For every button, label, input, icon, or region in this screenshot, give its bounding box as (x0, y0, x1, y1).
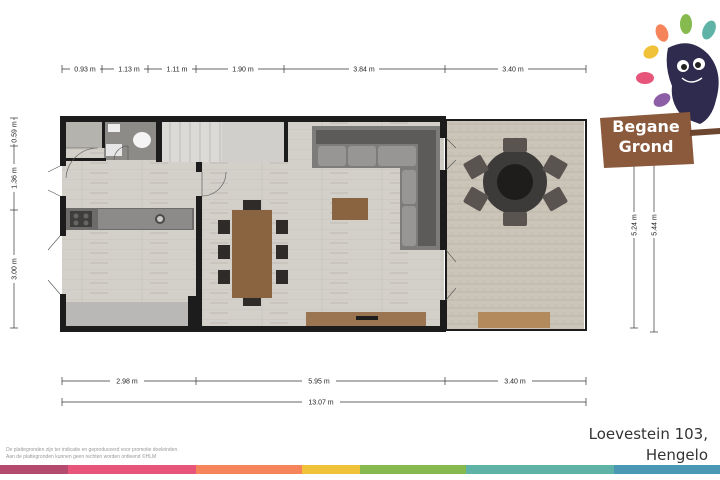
disclaimer-line-1: De plattegronden zijn ter indicatie en g… (6, 447, 179, 453)
kitchen-cabinet (66, 302, 188, 328)
closet-floor (66, 122, 102, 148)
dim-right-2: 5.44 m (652, 214, 659, 236)
dim-left-2: 1.36 m (12, 167, 19, 189)
footer-color-segment (302, 465, 360, 474)
top-dimensions: 0.93 m 1.13 m 1.11 m 1.90 m 3.84 m 3.40 … (61, 64, 587, 74)
floor-plan: 0.93 m 1.13 m 1.11 m 1.90 m 3.84 m 3.40 … (9, 14, 720, 407)
coffee-table (332, 198, 368, 220)
footer-color-segment (360, 465, 466, 474)
dim-top-1: 0.93 m (74, 67, 96, 74)
address-line-2: Hengelo (645, 446, 708, 464)
dim-left-1: 0.59 m (12, 121, 19, 143)
floor-label: Begane Grond (606, 117, 686, 157)
dim-left-3: 3.00 m (12, 258, 19, 280)
left-dimensions: 0.59 m 1.36 m 3.00 m (9, 117, 19, 329)
dim-right-1: 5.24 m (632, 214, 639, 236)
dim-bottom-1: 2.98 m (116, 379, 138, 386)
terrace-bench (478, 312, 550, 328)
dim-top-3: 1.11 m (167, 67, 188, 74)
dim-top-6: 3.40 m (502, 67, 524, 74)
disclaimer-line-2: Aan de plattegronden kunnen geen rechten… (6, 454, 157, 460)
address-line-1: Loevestein 103, (588, 425, 708, 443)
dim-top-5: 3.84 m (353, 67, 375, 74)
footer-color-bar (0, 465, 720, 474)
footer-color-segment (0, 465, 68, 474)
dim-top-2: 1.13 m (118, 67, 140, 74)
floor-label-line-2: Grond (618, 137, 674, 156)
dim-total: 13.07 m (308, 400, 333, 407)
footer-color-segment (196, 465, 302, 474)
footer-color-segment (614, 465, 720, 474)
dim-bottom-2: 5.95 m (308, 379, 330, 386)
footer-color-segment (466, 465, 614, 474)
dim-top-4: 1.90 m (232, 67, 254, 74)
floor-label-line-1: Begane (612, 117, 680, 136)
right-dimensions: 5.24 m 5.44 m (629, 165, 659, 333)
tv-cabinet (306, 312, 426, 326)
kitchen-counter (66, 208, 194, 230)
disclaimer: De plattegronden zijn ter indicatie en g… (6, 447, 179, 461)
dim-bottom-3: 3.40 m (504, 379, 526, 386)
property-address: Loevestein 103, Hengelo (589, 424, 708, 466)
bottom-dimensions: 2.98 m 5.95 m 3.40 m 13.07 m (61, 376, 587, 407)
staircase (162, 122, 284, 162)
footer-color-segment (68, 465, 196, 474)
brand-logo (636, 14, 719, 125)
